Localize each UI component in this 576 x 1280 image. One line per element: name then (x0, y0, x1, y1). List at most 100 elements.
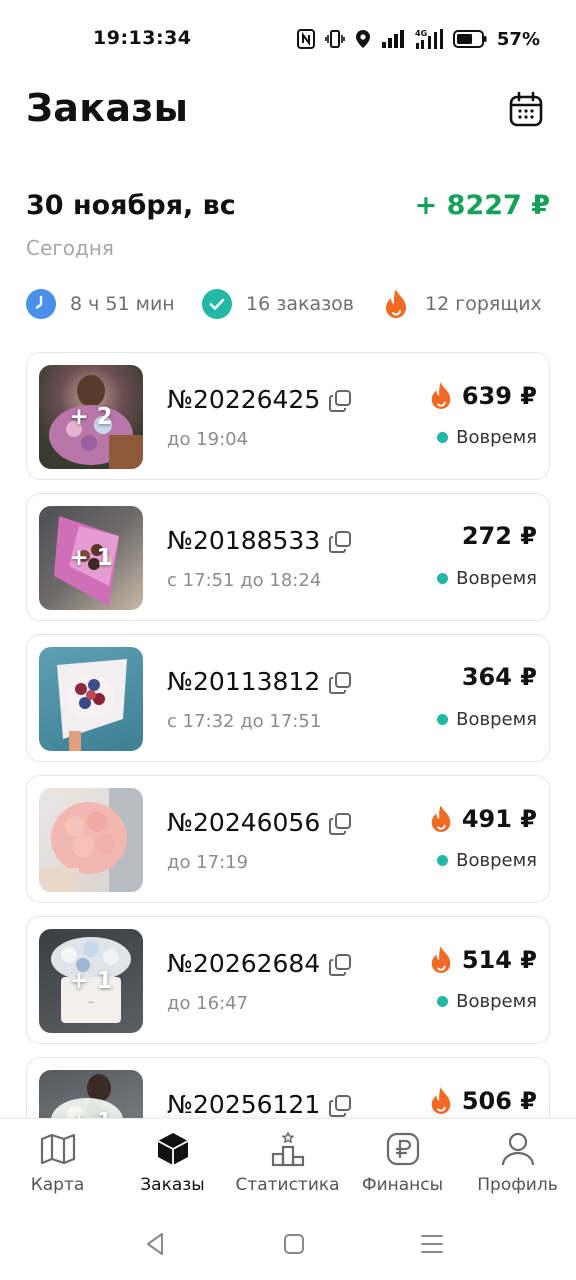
copy-icon (329, 1095, 351, 1117)
fire-icon (431, 382, 451, 409)
recent-apps-button[interactable] (418, 1230, 446, 1258)
bottom-nav: Карта Заказы Статистика Финансы Профиль (0, 1118, 576, 1208)
nav-item-map[interactable]: Карта (0, 1119, 115, 1209)
nav-label: Карта (30, 1175, 85, 1195)
stat-orders: 16 заказов (202, 288, 354, 320)
calendar-icon (509, 91, 543, 127)
order-price: 514 ₽ (461, 946, 537, 974)
order-extra-count: + 1 (69, 545, 113, 571)
copy-icon (329, 672, 351, 694)
order-card[interactable]: + 1 №20256121 506 ₽ (26, 1057, 550, 1118)
battery-icon (452, 30, 487, 48)
podium-icon (270, 1131, 306, 1167)
copy-button[interactable] (328, 812, 352, 836)
order-extra-count: + 1 (39, 1070, 143, 1118)
order-time-window: с 17:51 до 18:24 (167, 570, 322, 591)
copy-button[interactable] (328, 1094, 352, 1118)
summary-total: + 8227 ₽ (414, 190, 550, 221)
copy-button[interactable] (328, 953, 352, 977)
nav-item-orders[interactable]: Заказы (115, 1119, 230, 1209)
order-extra-count: + 1 (69, 968, 113, 994)
check-icon (202, 289, 232, 319)
stat-work-time: 8 ч 51 мин (26, 288, 175, 320)
order-extra-count: + 2 (69, 404, 113, 430)
orders-list[interactable]: + 2 №20226425 до 19:04 639 ₽ Вовремя + 1… (26, 352, 550, 1118)
status-time: 19:13:34 (93, 27, 192, 49)
order-card[interactable]: ~ + 1 №20262684 до 16:47 514 ₽ Вовремя (26, 916, 550, 1044)
copy-icon (329, 531, 351, 553)
nav-label: Профиль (477, 1175, 558, 1195)
order-price-box: 491 ₽ (428, 804, 537, 834)
order-number: №20226425 (167, 385, 321, 414)
system-nav-bar (0, 1208, 576, 1280)
order-card[interactable]: №20113812 с 17:32 до 17:51 364 ₽ Вовремя (26, 634, 550, 762)
order-number: №20188533 (167, 526, 321, 555)
order-time-window: с 17:32 до 17:51 (167, 711, 322, 732)
order-status-text: Вовремя (456, 709, 537, 730)
nav-item-profile[interactable]: Профиль (460, 1119, 575, 1209)
order-photo (39, 647, 143, 751)
calendar-button[interactable] (506, 90, 546, 130)
order-card[interactable]: №20246056 до 17:19 491 ₽ Вовремя (26, 775, 550, 903)
status-dot (437, 573, 449, 584)
signal-icon (381, 30, 404, 48)
page-title: Заказы (26, 86, 189, 130)
copy-button[interactable] (328, 389, 352, 413)
nav-label: Заказы (140, 1175, 205, 1195)
stat-hot-text: 12 горящих (425, 293, 542, 315)
nav-item-finance[interactable]: Финансы (345, 1119, 460, 1209)
stat-work-time-text: 8 ч 51 мин (70, 293, 175, 315)
order-photo (39, 788, 143, 892)
order-number: №20246056 (167, 808, 321, 837)
home-button[interactable] (280, 1230, 308, 1258)
ruble-icon (385, 1131, 421, 1167)
order-time-window: до 19:04 (167, 429, 249, 450)
copy-icon (329, 813, 351, 835)
back-triangle-icon (147, 1233, 163, 1255)
status-dot (437, 714, 449, 725)
order-price-box: 506 ₽ (428, 1086, 537, 1116)
stat-hot: 12 горящих (381, 288, 542, 320)
box-icon (155, 1131, 191, 1167)
order-price-box: 639 ₽ (428, 381, 537, 411)
order-card[interactable]: + 1 №20188533 с 17:51 до 18:24 272 ₽ Вов… (26, 493, 550, 621)
status-icons: 4G 57% (296, 26, 540, 52)
status-dot (437, 432, 449, 443)
signal-4g-icon: 4G (415, 29, 443, 49)
order-status: Вовремя (437, 709, 537, 730)
fire-icon (431, 805, 451, 832)
order-status: Вовремя (437, 568, 537, 589)
copy-icon (329, 390, 351, 412)
order-time-window: до 17:19 (167, 852, 249, 873)
fire-icon (431, 1087, 451, 1114)
nav-label: Статистика (235, 1175, 340, 1195)
order-photo: + 1 (39, 506, 143, 610)
order-status: Вовремя (437, 850, 537, 871)
order-status-text: Вовремя (456, 991, 537, 1012)
status-bar: 19:13:34 4G 57% (0, 0, 576, 78)
order-price: 491 ₽ (461, 805, 537, 833)
status-dot (437, 996, 449, 1007)
order-photo: + 1 (39, 1070, 143, 1118)
copy-icon (329, 954, 351, 976)
order-status-text: Вовремя (456, 568, 537, 589)
order-status-text: Вовремя (456, 850, 537, 871)
order-status: Вовремя (437, 427, 537, 448)
order-number: №20113812 (167, 667, 321, 696)
order-photo: ~ + 1 (39, 929, 143, 1033)
location-icon (355, 30, 370, 48)
back-button[interactable] (142, 1230, 170, 1258)
user-icon (500, 1131, 536, 1167)
vibrate-icon (325, 30, 345, 48)
nav-item-stats[interactable]: Статистика (230, 1119, 345, 1209)
fire-icon (431, 946, 451, 973)
status-dot (437, 855, 449, 866)
order-price: 639 ₽ (461, 382, 537, 410)
copy-button[interactable] (328, 530, 352, 554)
fire-icon (381, 289, 411, 319)
order-card[interactable]: + 2 №20226425 до 19:04 639 ₽ Вовремя (26, 352, 550, 480)
summary-today-label: Сегодня (26, 236, 114, 260)
order-price-box: 364 ₽ (462, 663, 537, 691)
copy-button[interactable] (328, 671, 352, 695)
order-price-box: 272 ₽ (462, 522, 537, 550)
